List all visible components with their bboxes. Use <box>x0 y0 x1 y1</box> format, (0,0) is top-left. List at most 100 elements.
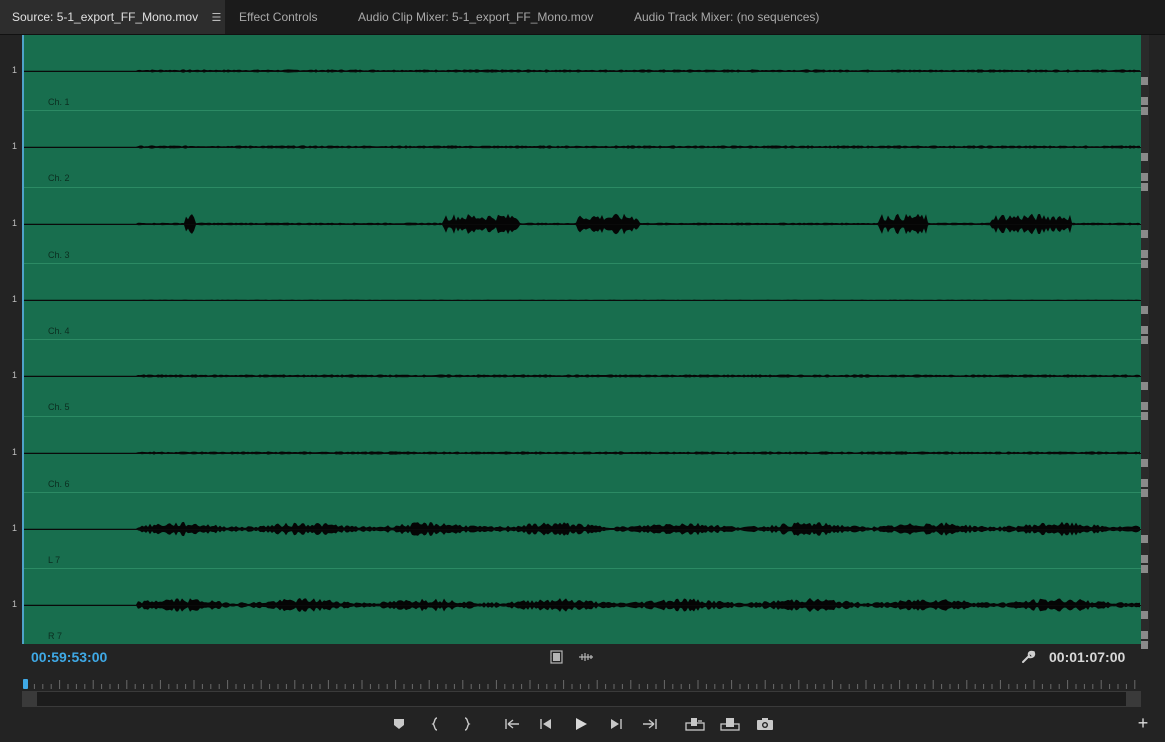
overwrite-button[interactable] <box>719 714 741 734</box>
channel-height-handle[interactable] <box>1141 230 1148 238</box>
tab-audio-clip-mixer[interactable]: Audio Clip Mixer: 5-1_export_FF_Mono.mov <box>358 0 593 34</box>
channel-height-handle[interactable] <box>1141 412 1148 420</box>
go-to-out-button[interactable] <box>639 714 661 734</box>
mark-in-icon <box>431 717 438 731</box>
channel-scale-label: 1 <box>12 141 18 151</box>
waveform-left-edge <box>22 35 24 644</box>
duration-timecode: 00:01:07:00 <box>1049 649 1126 665</box>
tab-source[interactable]: Source: 5-1_export_FF_Mono.mov ☰ <box>0 0 225 34</box>
channel-height-handle[interactable] <box>1141 260 1148 268</box>
wrench-icon[interactable] <box>1020 649 1036 665</box>
channel-height-handle[interactable] <box>1141 459 1148 467</box>
channel-baseline <box>22 71 1141 72</box>
add-button[interactable]: + <box>1135 713 1151 733</box>
channel-height-handle[interactable] <box>1141 402 1148 410</box>
channel-scale-label: 1 <box>12 294 18 304</box>
mark-out-icon <box>464 717 471 731</box>
tab-source-label: Source: 5-1_export_FF_Mono.mov <box>12 10 199 24</box>
channel-height-handle[interactable] <box>1141 611 1148 619</box>
plus-icon: + <box>1137 713 1149 733</box>
add-marker-icon <box>394 719 404 729</box>
tab-audio-clip-mixer-label: Audio Clip Mixer: 5-1_export_FF_Mono.mov <box>358 10 594 24</box>
play-icon <box>576 718 587 730</box>
insert-button[interactable] <box>684 714 706 734</box>
channel-height-handle[interactable] <box>1141 555 1148 563</box>
tab-audio-track-mixer[interactable]: Audio Track Mixer: (no sequences) <box>634 0 819 34</box>
channel-divider <box>22 110 1141 111</box>
hamburger-icon[interactable]: ☰ <box>211 1 221 35</box>
overwrite-icon <box>720 718 740 731</box>
channel-divider <box>22 187 1141 188</box>
tab-audio-track-mixer-label: Audio Track Mixer: (no sequences) <box>634 10 820 24</box>
audio-waveform-display[interactable]: Ch. 1 Ch. 2 Ch. 3 Ch. 4 Ch. 5 Ch. 6 L 7 R 7 <box>22 35 1141 644</box>
step-back-button[interactable] <box>535 714 557 734</box>
channel-height-handle[interactable] <box>1141 479 1148 487</box>
go-to-out-icon <box>643 719 657 729</box>
channel-divider <box>22 263 1141 264</box>
step-forward-icon <box>611 719 622 729</box>
channel-height-handle[interactable] <box>1141 631 1148 639</box>
channel-baseline <box>22 147 1141 148</box>
channel-height-handle[interactable] <box>1141 382 1148 390</box>
channel-scroll-strip[interactable] <box>1141 35 1149 649</box>
mark-in-button[interactable] <box>424 714 446 734</box>
audio-drag-icon[interactable] <box>578 650 596 664</box>
channel-height-handle[interactable] <box>1141 306 1148 314</box>
channel-label: R 7 <box>48 631 63 641</box>
export-frame-button[interactable] <box>754 714 776 734</box>
channel-label: Ch. 2 <box>48 173 70 183</box>
zoom-handle-left[interactable] <box>23 692 37 706</box>
channel-height-handle[interactable] <box>1141 336 1148 344</box>
zoom-handle-right[interactable] <box>1126 692 1140 706</box>
step-forward-button[interactable] <box>605 714 627 734</box>
channel-height-handle[interactable] <box>1141 326 1148 334</box>
channel-divider <box>22 568 1141 569</box>
playhead-timecode[interactable]: 00:59:53:00 <box>31 649 107 665</box>
channel-label: L 7 <box>48 555 61 565</box>
time-ruler[interactable] <box>22 676 1141 690</box>
add-marker-button[interactable] <box>388 714 410 734</box>
tab-effect-controls[interactable]: Effect Controls <box>239 0 317 34</box>
channel-height-handle[interactable] <box>1141 107 1148 115</box>
channel-baseline <box>22 453 1141 454</box>
film-icon[interactable] <box>550 650 564 664</box>
channel-height-handle[interactable] <box>1141 565 1148 573</box>
go-to-in-icon <box>505 719 519 729</box>
transport-controls <box>0 710 1165 738</box>
tab-effect-controls-label: Effect Controls <box>239 10 318 24</box>
channel-label: Ch. 5 <box>48 402 70 412</box>
channel-scale-label: 1 <box>12 218 18 228</box>
playhead-handle[interactable] <box>23 679 28 689</box>
center-icons <box>550 650 596 669</box>
channel-divider <box>22 339 1141 340</box>
export-frame-icon <box>757 718 773 730</box>
channel-height-handle[interactable] <box>1141 535 1148 543</box>
channel-height-handle[interactable] <box>1141 250 1148 258</box>
panel-tab-bar: Source: 5-1_export_FF_Mono.mov ☰ Effect … <box>0 0 1165 35</box>
channel-height-handle[interactable] <box>1141 77 1148 85</box>
channel-height-handle[interactable] <box>1141 489 1148 497</box>
channel-label: Ch. 6 <box>48 479 70 489</box>
channel-height-handle[interactable] <box>1141 173 1148 181</box>
channel-scale-label: 1 <box>12 599 18 609</box>
channel-divider <box>22 492 1141 493</box>
channel-label: Ch. 3 <box>48 250 70 260</box>
play-button[interactable] <box>570 714 592 734</box>
channel-height-handle[interactable] <box>1141 97 1148 105</box>
channel-scale-label: 1 <box>12 523 18 533</box>
time-row: 00:59:53:00 00:01:07:00 <box>0 645 1165 671</box>
channel-divider <box>22 416 1141 417</box>
channel-baseline <box>22 376 1141 377</box>
go-to-in-button[interactable] <box>501 714 523 734</box>
zoom-scroll-bar[interactable] <box>22 691 1141 707</box>
channel-scale-label: 1 <box>12 65 18 75</box>
channel-height-handle[interactable] <box>1141 153 1148 161</box>
channel-label: Ch. 4 <box>48 326 70 336</box>
channel-scale-label: 1 <box>12 370 18 380</box>
channel-baseline <box>22 529 1141 530</box>
channel-baseline <box>22 300 1141 301</box>
mark-out-button[interactable] <box>456 714 478 734</box>
channel-height-handle[interactable] <box>1141 183 1148 191</box>
channel-baseline <box>22 605 1141 606</box>
insert-icon <box>685 718 705 731</box>
